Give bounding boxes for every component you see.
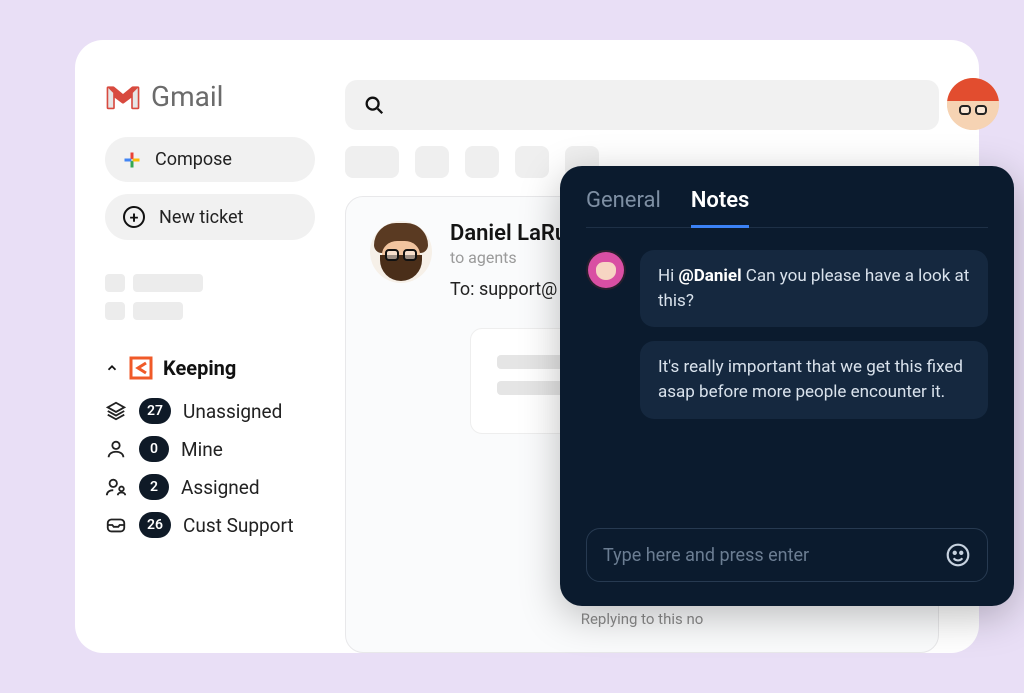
reply-footer: Replying to this no [346,610,938,628]
user-avatar[interactable] [947,78,999,130]
sender-avatar [370,221,432,283]
plus-circle-icon: + [123,206,145,228]
inbox-icon [105,514,127,536]
notes-input[interactable]: Type here and press enter [586,528,988,582]
count-badge: 0 [139,436,169,462]
sidebar-item-label: Cust Support [183,514,294,537]
sidebar: Gmail Compose + New ticket [105,80,315,653]
sidebar-placeholder [105,274,315,330]
notes-panel: General Notes Hi @Daniel Can you please … [560,166,1014,606]
app-title: Gmail [151,80,223,113]
sidebar-item-mine[interactable]: 0 Mine [105,436,315,462]
toolbar-chip[interactable] [415,146,449,178]
compose-label: Compose [155,149,232,170]
search-icon [363,94,385,116]
sidebar-item-label: Assigned [181,476,260,499]
search-input[interactable] [345,80,939,130]
message-bubble: It's really important that we get this f… [640,341,988,418]
plus-multicolor-icon [123,151,141,169]
stack-icon [105,400,127,422]
keeping-label: Keeping [163,356,236,380]
count-badge: 27 [139,398,171,424]
note-message: Hi @Daniel Can you please have a look at… [586,250,988,327]
sidebar-item-assigned[interactable]: 2 Assigned [105,474,315,500]
compose-button[interactable]: Compose [105,137,315,182]
tab-notes[interactable]: Notes [691,188,750,228]
toolbar-chip[interactable] [515,146,549,178]
emoji-icon[interactable] [945,542,971,568]
gmail-icon [105,83,141,111]
chevron-up-icon [105,361,119,375]
sidebar-item-unassigned[interactable]: 27 Unassigned [105,398,315,424]
notes-messages: Hi @Daniel Can you please have a look at… [586,250,988,528]
person-icon [105,438,127,460]
message-bubble: Hi @Daniel Can you please have a look at… [640,250,988,327]
mention[interactable]: @Daniel [678,266,741,286]
people-icon [105,476,127,498]
count-badge: 2 [139,474,169,500]
sidebar-item-cust-support[interactable]: 26 Cust Support [105,512,315,538]
keeping-section-header[interactable]: Keeping [105,356,315,380]
note-message: It's really important that we get this f… [586,341,988,418]
count-badge: 26 [139,512,171,538]
keeping-logo-icon [129,356,153,380]
toolbar-chip[interactable] [465,146,499,178]
sidebar-item-label: Mine [181,438,223,461]
notes-tabs: General Notes [586,188,988,228]
toolbar-chip[interactable] [345,146,399,178]
new-ticket-button[interactable]: + New ticket [105,194,315,240]
tab-general[interactable]: General [586,188,661,227]
logo: Gmail [105,80,315,113]
note-author-avatar [586,250,626,290]
notes-input-placeholder: Type here and press enter [603,545,809,566]
new-ticket-label: New ticket [159,207,243,228]
sidebar-item-label: Unassigned [183,400,282,423]
